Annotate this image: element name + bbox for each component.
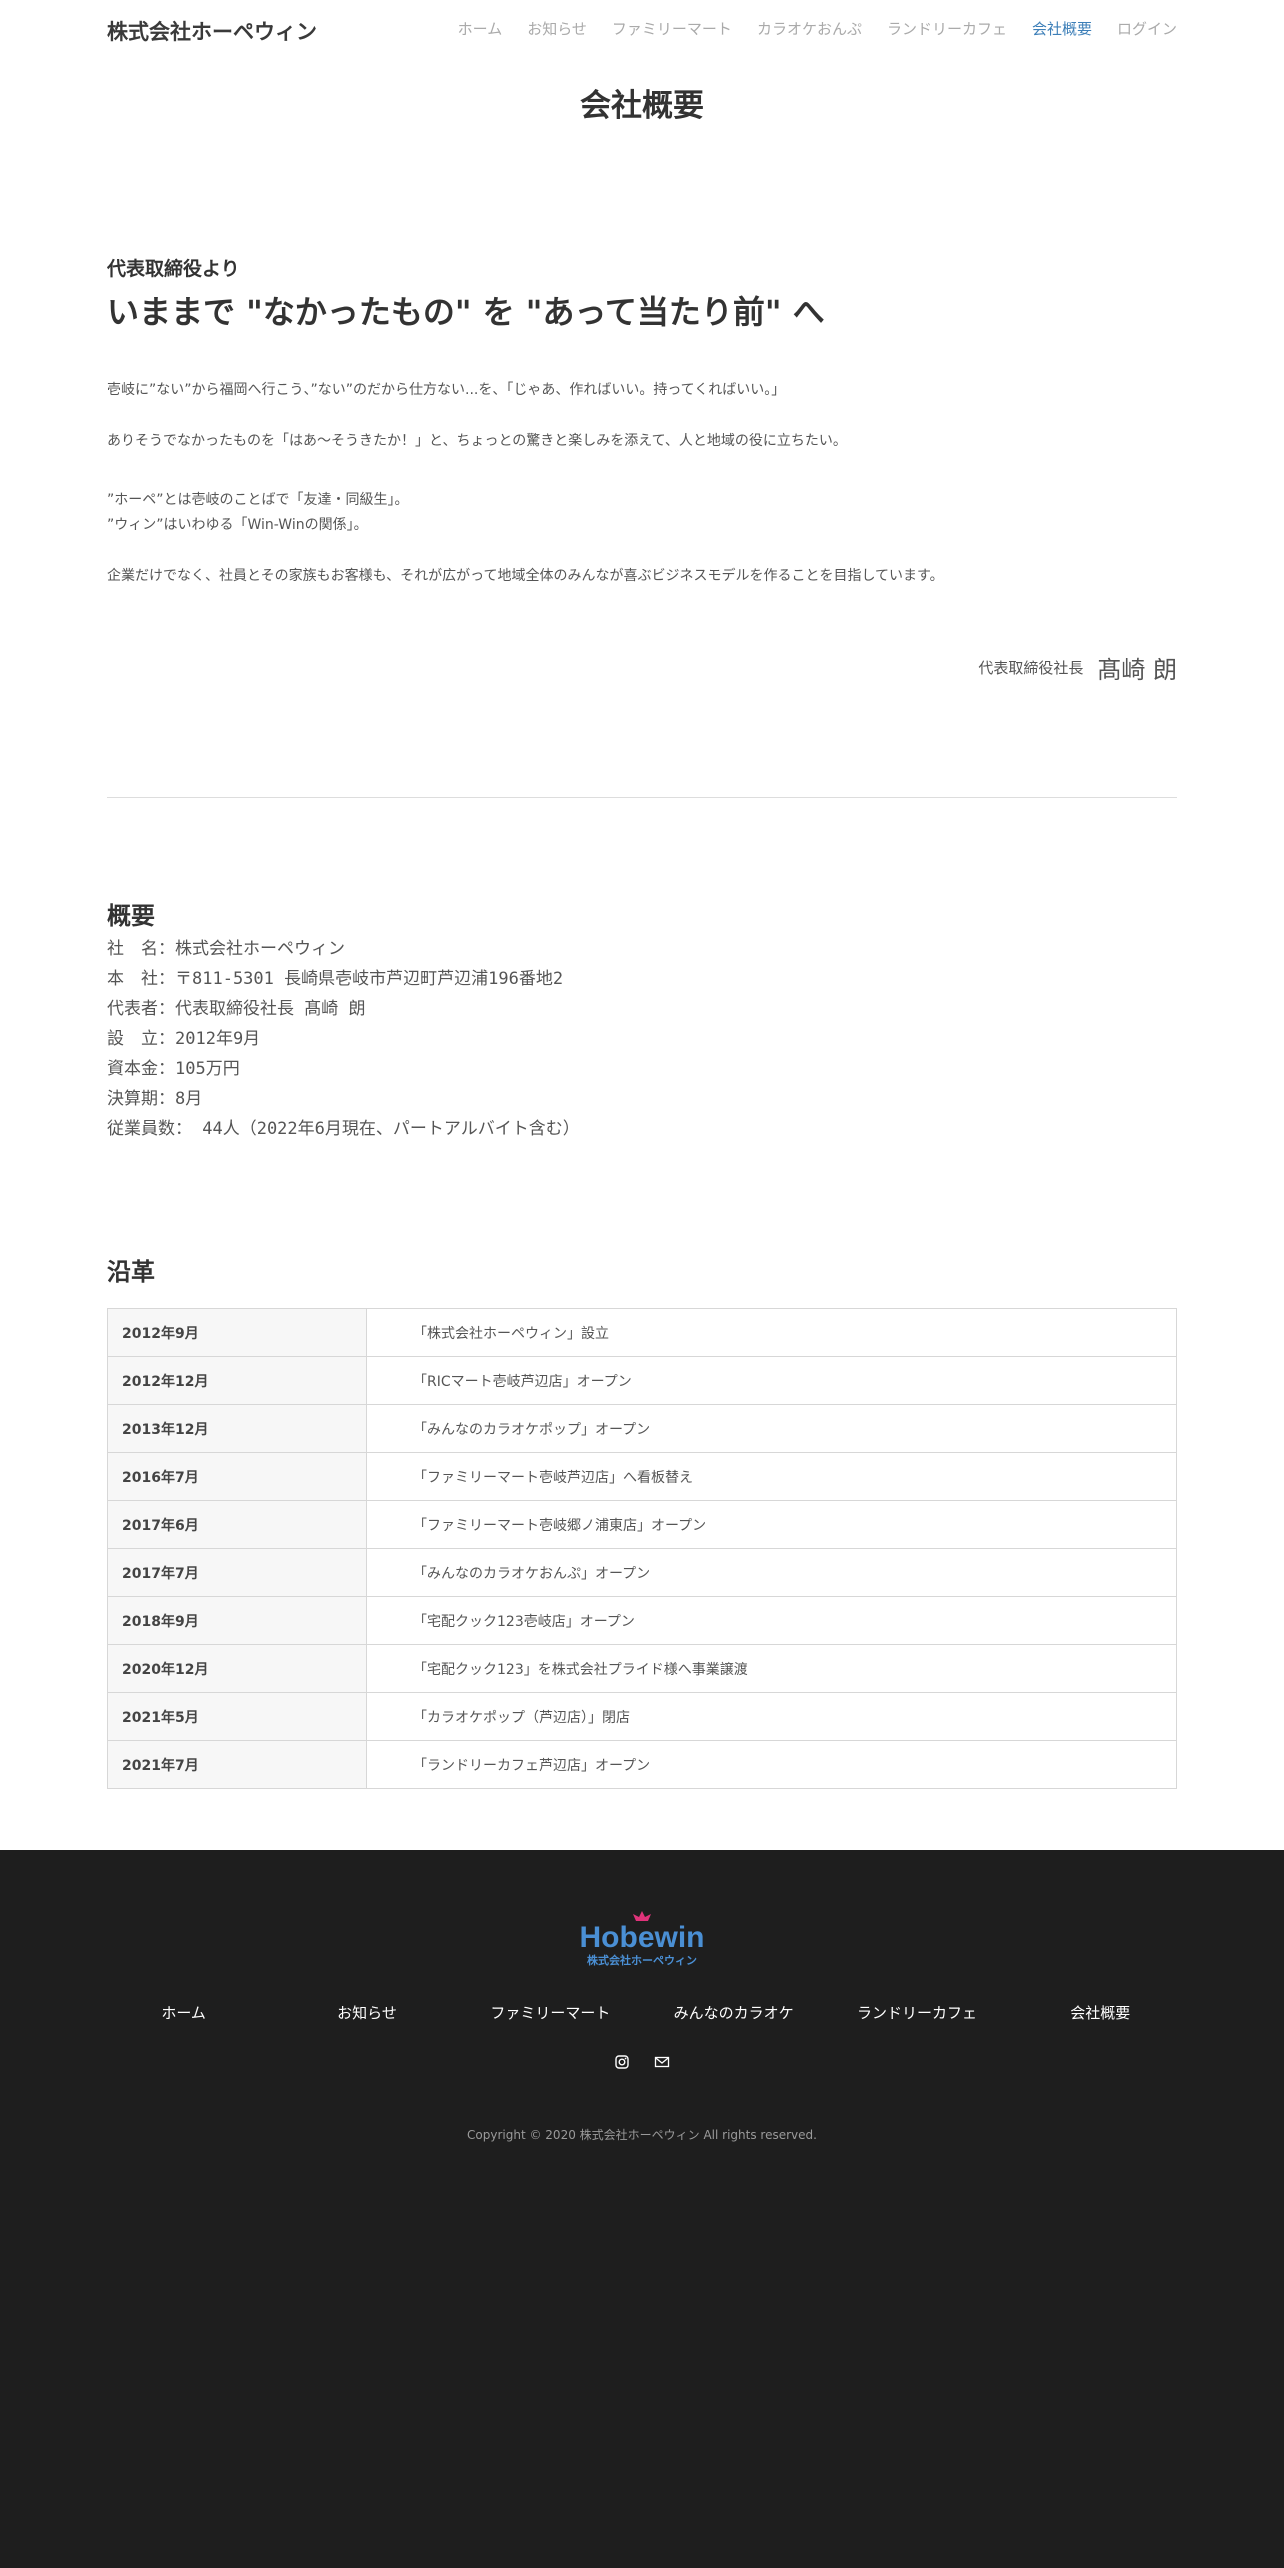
message-paragraph: ありそうでなかったものを「はあ〜そうきたか！」と、ちょっとの驚きと楽しみを添えて… [107,433,847,449]
footer-nav-home[interactable]: ホーム [92,2002,275,2023]
footer-nav-karaoke[interactable]: みんなのカラオケ [642,2002,825,2023]
message-headline: いままで "なかったもの" を "あって当たり前" へ [107,293,825,331]
message-paragraph: ”ウィン”はいわゆる「Win-Winの関係」。 [107,517,368,533]
message-paragraph: ”ホーペ”とは壱岐のことばで「友達・同級生」。 [107,492,409,508]
signature: 代表取締役社長 髙崎 朗 [978,650,1177,685]
logo-crown [633,1911,651,1921]
table-row: 2013年12月 「みんなのカラオケポップ」オープン [107,1404,1177,1453]
nav-home[interactable]: ホーム [458,18,503,39]
page-title: 会社概要 [580,88,704,124]
history-date: 2020年12月 [107,1644,367,1693]
copyright: Copyright © 2020 株式会社ホーペウィン All rights r… [467,2128,817,2142]
table-row: 2017年6月 「ファミリーマート壱岐郷ノ浦東店」オープン [107,1500,1177,1549]
history-date: 2017年7月 [107,1548,367,1597]
overview-line-name: 社 名：株式会社ホーペウィン [107,939,345,959]
history-date: 2017年6月 [107,1500,367,1549]
signature-role: 代表取締役社長 [978,659,1084,677]
history-event: 「ファミリーマート壱岐郷ノ浦東店」オープン [366,1500,1177,1549]
section-divider [107,797,1177,798]
message-paragraph: 企業だけでなく、社員とその家族もお客様も、それが広がって地域全体のみんなが喜ぶビ… [107,568,944,584]
history-date: 2012年12月 [107,1356,367,1405]
table-row: 2021年7月 「ランドリーカフェ芦辺店」オープン [107,1740,1177,1789]
table-row: 2021年5月 「カラオケポップ（芦辺店）」閉店 [107,1692,1177,1741]
history-event: 「ランドリーカフェ芦辺店」オープン [366,1740,1177,1789]
nav-familymart[interactable]: ファミリーマート [612,18,732,39]
history-event: 「宅配クック123壱岐店」オープン [366,1596,1177,1645]
footer-social [0,2051,1284,2070]
overview-line-fiscal: 決算期：8月 [107,1089,203,1109]
site-footer: Hobewin 株式会社ホーペウィン ホーム お知らせ ファミリーマート みんな… [0,1850,1284,2568]
history-date: 2021年7月 [107,1740,367,1789]
history-event: 「みんなのカラオケポップ」オープン [366,1404,1177,1453]
table-row: 2012年9月 「株式会社ホーペウィン」設立 [107,1308,1177,1357]
instagram-icon[interactable] [614,2054,630,2070]
hobewin-logo[interactable]: Hobewin 株式会社ホーペウィン [580,1910,704,1970]
history-table: 2012年9月 「株式会社ホーペウィン」設立 2012年12月 「RICマート壱岐芦… [107,1308,1177,1789]
history-event: 「ファミリーマート壱岐芦辺店」へ看板替え [366,1452,1177,1501]
table-row: 2018年9月 「宅配クック123壱岐店」オープン [107,1596,1177,1645]
history-event: 「カラオケポップ（芦辺店）」閉店 [366,1692,1177,1741]
history-event: 「宅配クック123」を株式会社プライド様へ事業譲渡 [366,1644,1177,1693]
overview-title: 概要 [107,902,155,930]
history-event: 「RICマート壱岐芦辺店」オープン [366,1356,1177,1405]
logo-wordmark: Hobewin [580,1921,704,1954]
history-event: 「株式会社ホーペウィン」設立 [366,1308,1177,1357]
main-nav: ホーム お知らせ ファミリーマート カラオケおんぷ ランドリーカフェ 会社概要 … [433,18,1177,39]
message-paragraph: 壱岐に”ない”から福岡へ行こう、”ない”のだから仕方ない...を、「じゃあ、作れ… [107,382,786,398]
footer-nav: ホーム お知らせ ファミリーマート みんなのカラオケ ランドリーカフェ 会社概要 [92,2002,1192,2023]
message-subtitle: 代表取締役より [107,258,240,280]
history-date: 2016年7月 [107,1452,367,1501]
overview-line-established: 設 立：2012年9月 [107,1029,261,1049]
nav-news[interactable]: お知らせ [527,18,587,39]
history-date: 2018年9月 [107,1596,367,1645]
signature-name: 髙崎 朗 [1097,656,1177,684]
footer-nav-company[interactable]: 会社概要 [1009,2002,1192,2023]
footer-nav-news[interactable]: お知らせ [275,2002,458,2023]
nav-login[interactable]: ログイン [1117,18,1177,39]
footer-nav-laundry-cafe[interactable]: ランドリーカフェ [825,2002,1008,2023]
overview-line-address: 本 社：〒811-5301 長崎県壱岐市芦辺町芦辺浦196番地2 [107,969,564,989]
history-title: 沿革 [107,1258,155,1286]
table-row: 2017年7月 「みんなのカラオケおんぷ」オープン [107,1548,1177,1597]
footer-nav-familymart[interactable]: ファミリーマート [459,2002,642,2023]
table-row: 2016年7月 「ファミリーマート壱岐芦辺店」へ看板替え [107,1452,1177,1501]
site-brand[interactable]: 株式会社ホーペウィン [107,16,317,46]
logo-subtitle: 株式会社ホーペウィン [587,1953,697,1967]
nav-karaoke[interactable]: カラオケおんぷ [757,18,862,39]
site-header: 株式会社ホーペウィン ホーム お知らせ ファミリーマート カラオケおんぷ ランド… [0,0,1284,58]
overview-line-representative: 代表者：代表取締役社長 髙崎 朗 [107,999,366,1019]
company-overview: 社 名：株式会社ホーペウィン 本 社：〒811-5301 長崎県壱岐市芦辺町芦辺… [107,934,580,1144]
history-date: 2012年9月 [107,1308,367,1357]
table-row: 2020年12月 「宅配クック123」を株式会社プライド様へ事業譲渡 [107,1644,1177,1693]
nav-company[interactable]: 会社概要 [1032,18,1092,39]
overview-line-employees: 従業員数： 44人（2022年6月現在、パートアルバイト含む） [107,1119,580,1139]
mail-icon[interactable] [654,2054,670,2070]
overview-line-capital: 資本金：105万円 [107,1059,240,1079]
table-row: 2012年12月 「RICマート壱岐芦辺店」オープン [107,1356,1177,1405]
history-date: 2013年12月 [107,1404,367,1453]
history-date: 2021年5月 [107,1692,367,1741]
history-event: 「みんなのカラオケおんぷ」オープン [366,1548,1177,1597]
nav-laundry-cafe[interactable]: ランドリーカフェ [887,18,1007,39]
